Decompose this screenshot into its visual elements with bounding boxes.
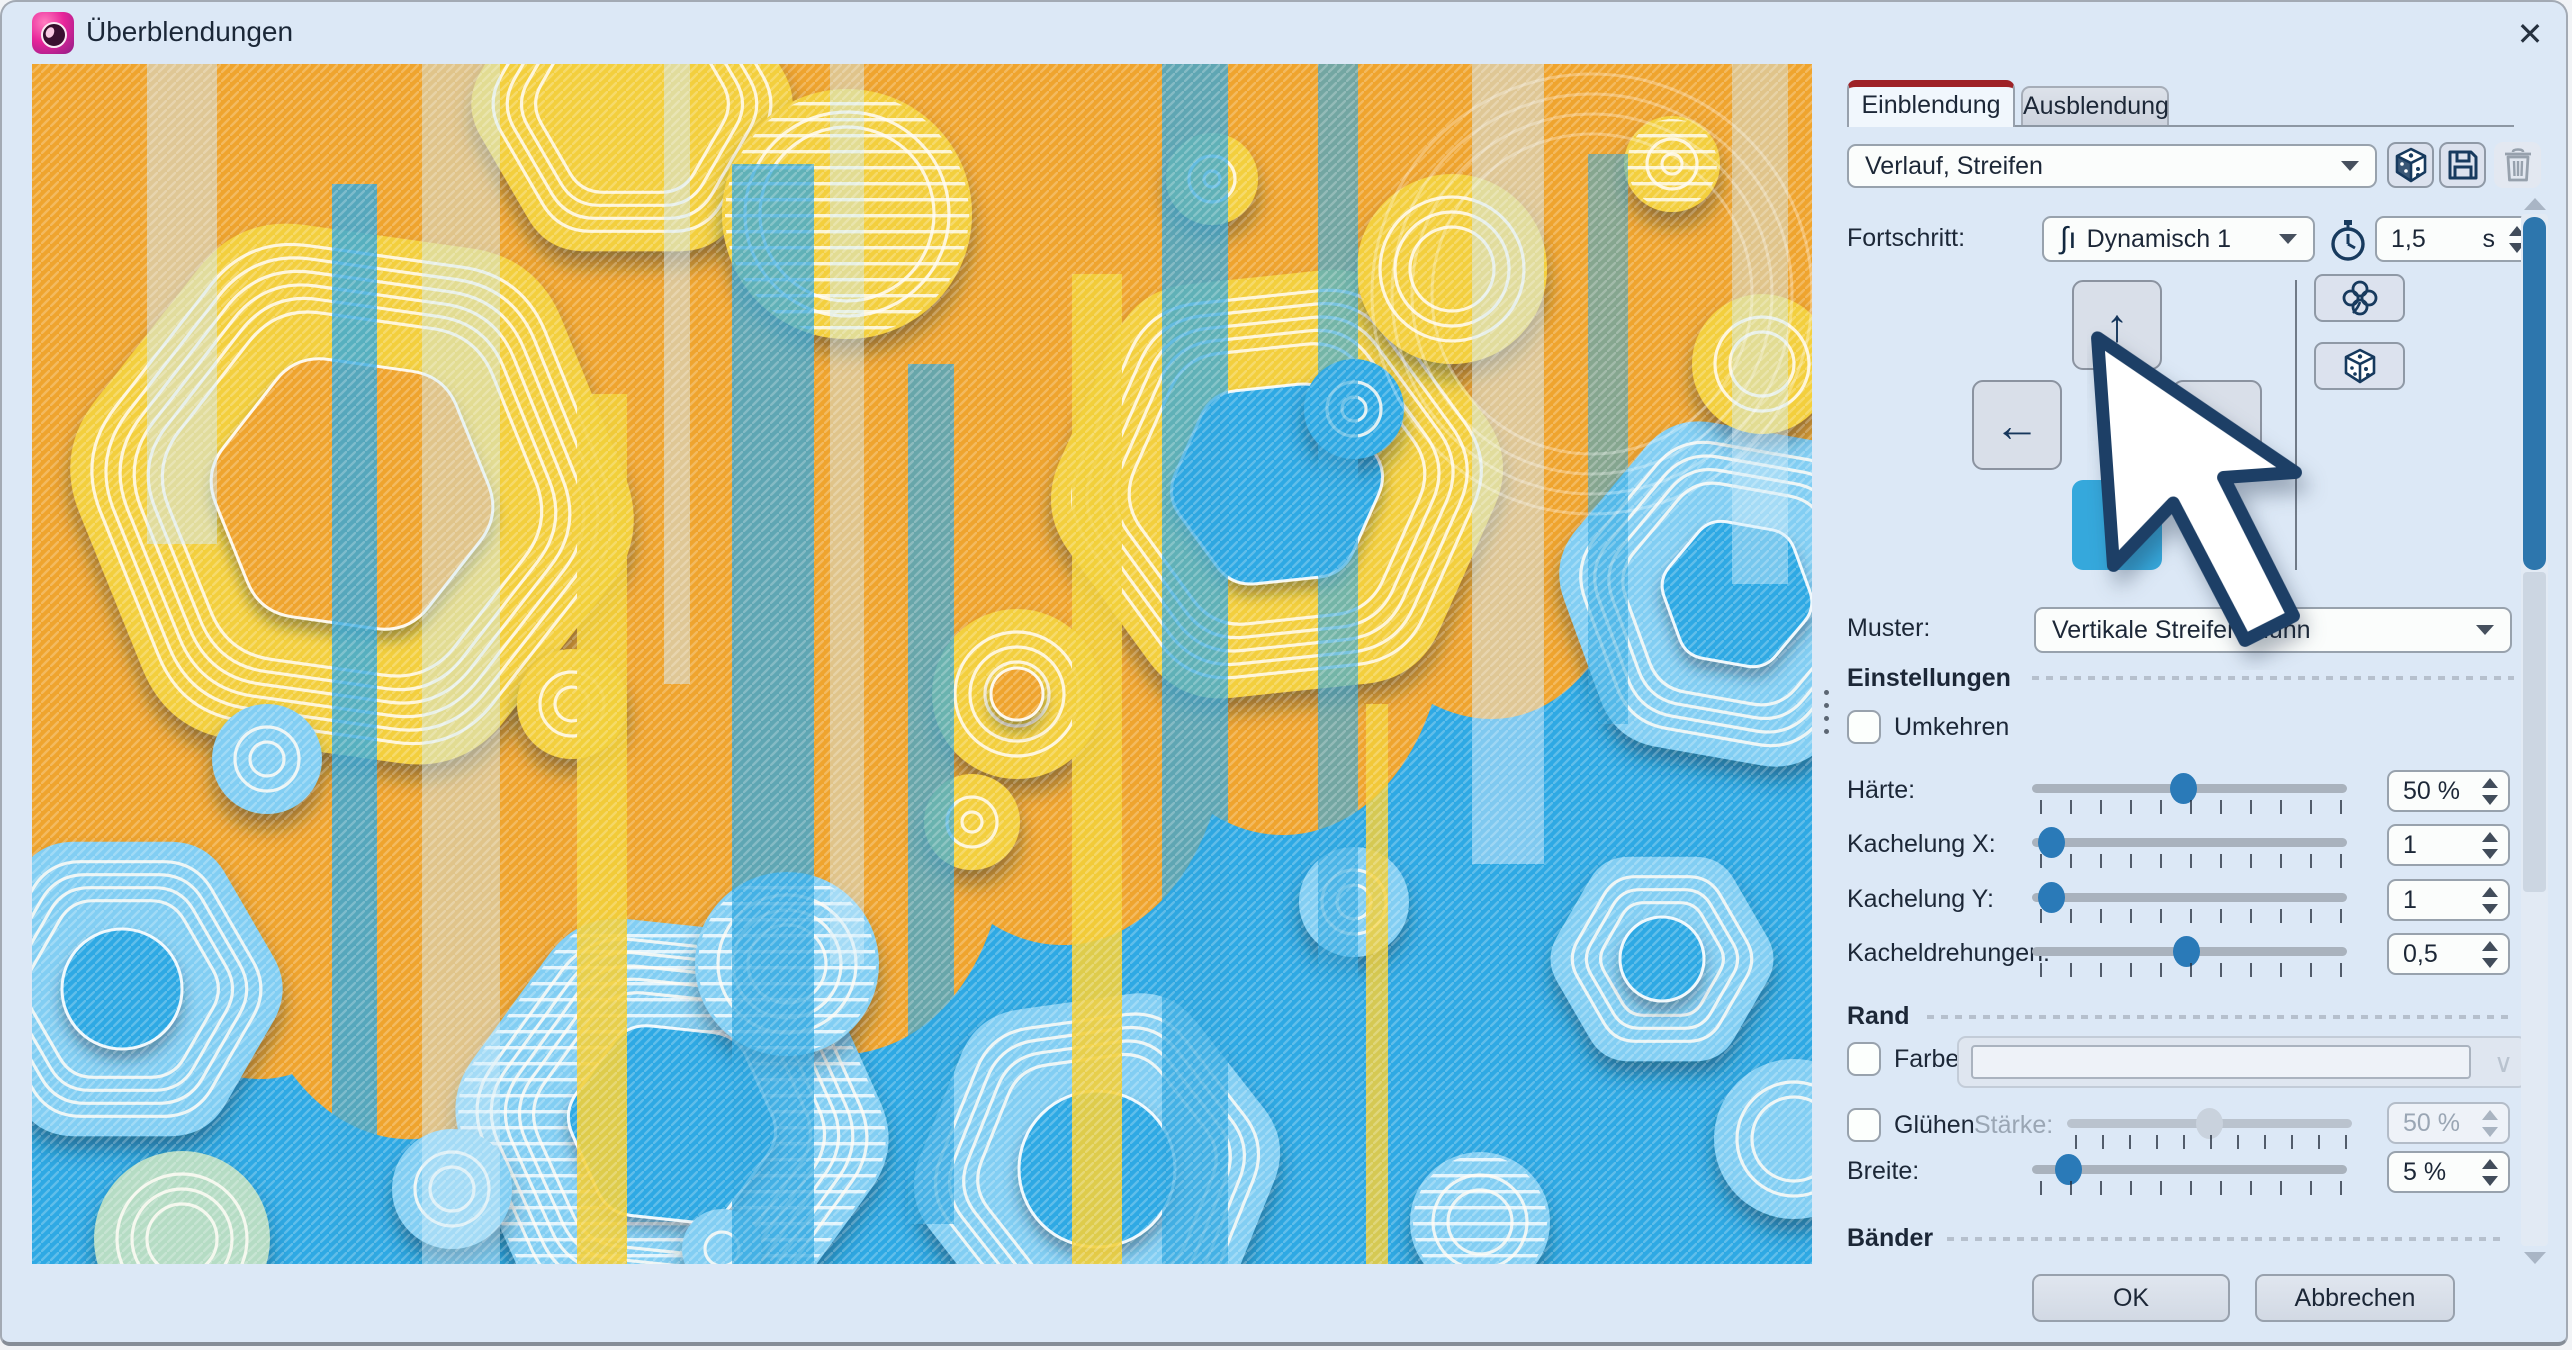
chevron-down-icon	[2279, 234, 2297, 244]
delete-preset-button[interactable]	[2494, 142, 2541, 188]
lucky-clover-button[interactable]	[2314, 274, 2405, 322]
kachelung-x-slider[interactable]	[2032, 838, 2347, 847]
random-dice-button[interactable]	[2387, 142, 2434, 188]
stopwatch-icon	[2328, 218, 2368, 262]
title-bar: Überblendungen ✕	[2, 2, 2566, 62]
staerke-slider	[2067, 1119, 2352, 1128]
curve-icon: ∫ı	[2060, 222, 2077, 256]
kacheldrehungen-spinner[interactable]: 0,5	[2387, 933, 2510, 975]
slider-ticks	[2040, 854, 2342, 868]
kachelung-y-value: 1	[2403, 886, 2482, 915]
chevron-down-icon	[2476, 625, 2494, 635]
spinner-arrows[interactable]	[2482, 887, 2498, 914]
section-divider	[1927, 1015, 2514, 1019]
spinner-arrows[interactable]	[2482, 1159, 2498, 1186]
gluehen-checkbox[interactable]	[1847, 1108, 1881, 1142]
haerte-spinner[interactable]: 50 %	[2387, 770, 2510, 812]
ok-button[interactable]: OK	[2032, 1274, 2230, 1322]
dice-icon	[2394, 147, 2428, 183]
splitter-handle[interactable]	[1824, 690, 1829, 734]
umkehren-checkbox[interactable]	[1847, 710, 1881, 744]
kachelung-y-spinner[interactable]: 1	[2387, 879, 2510, 921]
ueberblendungen-dialog: Überblendungen ✕ Einblendung Ausblendung…	[0, 0, 2568, 1346]
transition-preview	[32, 64, 1812, 1264]
farbe-label: Farbe	[1894, 1045, 1959, 1074]
scrollbar-track-segment	[2523, 572, 2546, 892]
section-rand: Rand	[1847, 1002, 1910, 1031]
spinner-arrows[interactable]	[2482, 832, 2498, 859]
umkehren-label: Umkehren	[1894, 713, 2009, 742]
haerte-label: Härte:	[1847, 776, 1915, 805]
section-divider	[1947, 1237, 2507, 1241]
cancel-button[interactable]: Abbrechen	[2255, 1274, 2455, 1322]
scrollbar-thumb[interactable]	[2523, 217, 2546, 570]
app-icon	[32, 12, 74, 54]
section-divider	[2032, 676, 2514, 680]
kachelung-x-label: Kachelung X:	[1847, 830, 1996, 859]
slider-ticks	[2040, 800, 2342, 814]
spinner-arrows	[2482, 1110, 2498, 1137]
farbe-checkbox[interactable]	[1847, 1042, 1881, 1076]
slider-ticks	[2040, 963, 2342, 977]
progress-label: Fortschritt:	[1847, 224, 1965, 253]
gluehen-label: Glühen	[1894, 1111, 1975, 1140]
save-icon	[2447, 149, 2479, 181]
scroll-down-icon[interactable]	[2524, 1252, 2546, 1264]
kacheldrehungen-value: 0,5	[2403, 940, 2482, 969]
kacheldrehungen-slider[interactable]	[2032, 947, 2347, 956]
section-einstellungen: Einstellungen	[1847, 664, 2011, 693]
haerte-slider[interactable]	[2032, 784, 2347, 793]
kachelung-x-value: 1	[2403, 831, 2482, 860]
kacheldrehungen-label: Kacheldrehungen:	[1847, 939, 2050, 968]
chevron-down-icon	[2341, 161, 2359, 171]
farbe-color-select[interactable]: ∨	[1957, 1036, 2527, 1088]
spinner-arrows[interactable]	[2482, 778, 2498, 805]
slider-ticks	[2040, 909, 2342, 923]
breite-value: 5 %	[2403, 1158, 2482, 1187]
curve-value: Dynamisch 1	[2087, 225, 2279, 254]
haerte-value: 50 %	[2403, 777, 2482, 806]
scroll-up-icon[interactable]	[2524, 198, 2546, 210]
tab-ausblendung[interactable]: Ausblendung	[2021, 86, 2169, 127]
duration-value: 1,5	[2391, 225, 2483, 254]
tab-einblendung[interactable]: Einblendung	[1847, 80, 2015, 127]
breite-spinner[interactable]: 5 %	[2387, 1151, 2510, 1193]
kachelung-x-spinner[interactable]: 1	[2387, 824, 2510, 866]
progress-curve-select[interactable]: ∫ı Dynamisch 1	[2042, 216, 2315, 262]
section-baender: Bänder	[1847, 1224, 1933, 1253]
slider-ticks	[2075, 1135, 2347, 1149]
staerke-value: 50 %	[2403, 1109, 2482, 1138]
breite-label: Breite:	[1847, 1157, 1919, 1186]
staerke-spinner: 50 %	[2387, 1102, 2510, 1144]
color-swatch	[1971, 1045, 2471, 1079]
clover-icon	[2342, 280, 2378, 316]
save-preset-button[interactable]	[2439, 142, 2486, 188]
muster-label: Muster:	[1847, 614, 1930, 643]
breite-slider[interactable]	[2032, 1165, 2347, 1174]
spinner-arrows[interactable]	[2482, 941, 2498, 968]
window-title: Überblendungen	[86, 16, 293, 48]
kachelung-y-slider[interactable]	[2032, 893, 2347, 902]
trash-icon	[2503, 148, 2533, 182]
close-icon[interactable]: ✕	[2510, 14, 2550, 54]
preset-select[interactable]: Verlauf, Streifen	[1847, 144, 2377, 188]
staerke-label: Stärke:	[1974, 1111, 2053, 1140]
dice-icon	[2343, 348, 2377, 384]
preset-value: Verlauf, Streifen	[1865, 152, 2341, 181]
kachelung-y-label: Kachelung Y:	[1847, 885, 1994, 914]
direction-left-button[interactable]: ←	[1972, 380, 2062, 470]
chevron-down-icon: ∨	[2494, 1048, 2513, 1079]
slider-ticks	[2040, 1181, 2342, 1195]
mouse-cursor	[2087, 320, 2347, 670]
duration-spinner[interactable]: 1,5 s	[2375, 216, 2537, 262]
duration-unit: s	[2483, 225, 2496, 254]
